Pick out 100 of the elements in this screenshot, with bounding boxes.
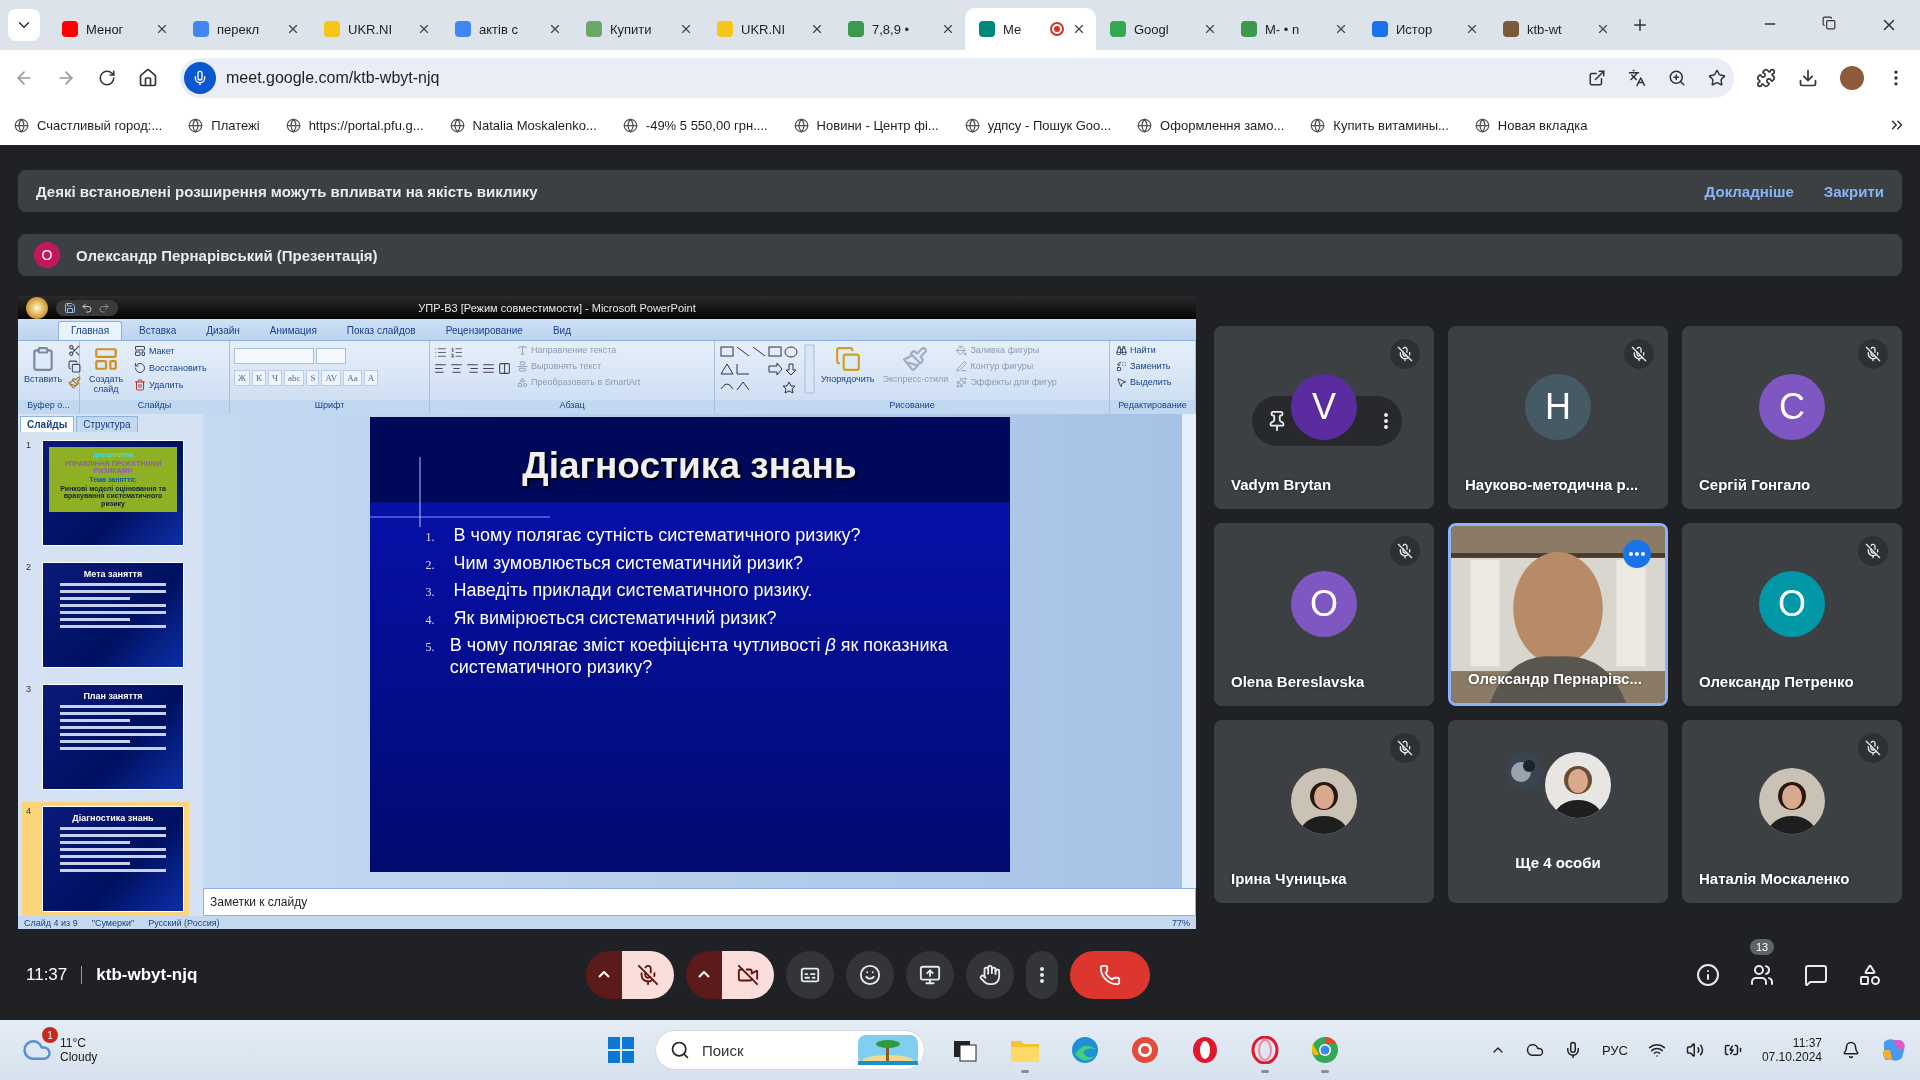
pane-tab[interactable]: Структура: [76, 416, 138, 432]
browser-icon[interactable]: [1251, 1036, 1279, 1064]
external-link-icon[interactable]: [1588, 68, 1606, 87]
ribbon-tab[interactable]: Рецензирование: [432, 320, 536, 340]
participant-tile[interactable]: V Vadym Brytan: [1214, 326, 1434, 509]
columns-icon[interactable]: [498, 361, 511, 375]
info-icon[interactable]: [1696, 962, 1720, 987]
redo-icon[interactable]: [98, 301, 110, 314]
present-button[interactable]: [906, 950, 954, 999]
scrollbar[interactable]: [1182, 414, 1196, 888]
close-icon[interactable]: [548, 22, 562, 36]
align-right-icon[interactable]: [466, 361, 479, 375]
search-bar[interactable]: Поиск: [655, 1030, 925, 1070]
ribbon-tab[interactable]: Дизайн: [193, 320, 253, 340]
browser-tab[interactable]: актів с: [441, 8, 572, 50]
home-icon[interactable]: [138, 67, 158, 88]
paste-button[interactable]: Вставить: [22, 343, 65, 400]
close-icon[interactable]: [417, 22, 431, 36]
download-icon[interactable]: [1798, 67, 1818, 88]
bell-icon[interactable]: [1842, 1041, 1860, 1059]
people-icon[interactable]: [1750, 962, 1774, 987]
browser-tab[interactable]: Купити: [572, 8, 703, 50]
address-bar[interactable]: meet.google.com/ktb-wbyt-njq: [180, 57, 1734, 98]
bookmark-link[interactable]: -49% 5 550,00 грн....: [645, 117, 768, 133]
reload-icon[interactable]: [98, 68, 116, 87]
bookmark-link[interactable]: https://portal.pfu.g...: [308, 117, 424, 133]
camera-button[interactable]: [722, 950, 774, 999]
justify-icon[interactable]: [482, 361, 495, 375]
reset-button[interactable]: Восстановить: [132, 360, 209, 375]
align-left-icon[interactable]: [434, 361, 447, 375]
participant-tile[interactable]: О Олександр Петренко: [1682, 523, 1902, 706]
slide-thumbnail-row[interactable]: 3 План заняття: [22, 680, 189, 794]
extensions-icon[interactable]: [1756, 67, 1776, 88]
browser-tab[interactable]: UKR.NI: [703, 8, 834, 50]
format-button[interactable]: Ж: [234, 369, 251, 386]
emoji-button[interactable]: [846, 950, 894, 999]
slide-thumbnail[interactable]: Діагностика знань: [42, 806, 184, 912]
bullet-list-icon[interactable]: [434, 345, 447, 359]
ribbon-tab[interactable]: Вид: [539, 320, 584, 340]
browser-tab[interactable]: UKR.NI: [310, 8, 441, 50]
chat-icon[interactable]: [1804, 962, 1828, 987]
more-options-button[interactable]: [1026, 950, 1058, 999]
close-icon[interactable]: [1334, 22, 1348, 36]
new-slide-button[interactable]: Создать слайд: [84, 343, 128, 400]
browser-tab[interactable]: ktb-wt: [1489, 8, 1620, 50]
participant-tile[interactable]: Олександр Пернарівс...: [1448, 523, 1668, 706]
browser-tab[interactable]: Меног: [48, 8, 179, 50]
save-icon[interactable]: [64, 301, 76, 314]
wifi-icon[interactable]: [1647, 1041, 1666, 1059]
ribbon-tab[interactable]: Анимация: [256, 320, 330, 340]
numbered-list-icon[interactable]: [450, 345, 463, 359]
start-icon[interactable]: [607, 1036, 635, 1064]
bookmark-link[interactable]: Платежі: [211, 117, 260, 133]
bookmark-link[interactable]: Оформлення замо...: [1160, 117, 1285, 133]
bookmark-star-icon[interactable]: [1708, 68, 1726, 87]
format-button[interactable]: AV: [321, 369, 342, 386]
zoom-icon[interactable]: [1668, 68, 1686, 87]
language-indicator[interactable]: РУС: [1601, 1042, 1628, 1058]
browser-icon[interactable]: [1131, 1036, 1159, 1064]
restore-icon[interactable]: [1822, 16, 1836, 30]
bookmark-link[interactable]: Счастливый город:...: [37, 117, 163, 133]
browser-tab[interactable]: Ме: [965, 8, 1096, 50]
format-button[interactable]: A: [363, 369, 379, 386]
close-icon[interactable]: [1072, 22, 1086, 36]
notes-field[interactable]: Заметки к слайду: [203, 888, 1196, 916]
format-button[interactable]: Aa: [343, 369, 362, 386]
browser-tab[interactable]: М- • n: [1227, 8, 1358, 50]
browser-tab[interactable]: 7,8,9 •: [834, 8, 965, 50]
ribbon-tab[interactable]: Показ слайдов: [333, 320, 429, 340]
arrange-button[interactable]: Упорядочить: [819, 343, 877, 400]
browser-icon[interactable]: [1071, 1036, 1099, 1064]
replace-button[interactable]: Заменить: [1114, 359, 1174, 373]
close-icon[interactable]: [810, 22, 824, 36]
microphone-button[interactable]: [622, 950, 674, 999]
undo-icon[interactable]: [81, 301, 93, 314]
pane-tab[interactable]: Слайды: [20, 416, 75, 432]
close-icon[interactable]: [679, 22, 693, 36]
ribbon-tab[interactable]: Главная: [58, 320, 123, 340]
end-call-button[interactable]: [1070, 950, 1150, 999]
slide-thumbnail[interactable]: Мета заняття: [42, 562, 184, 668]
close-icon[interactable]: [1465, 22, 1479, 36]
browser-icon[interactable]: [1191, 1036, 1219, 1064]
font-size-field[interactable]: [316, 347, 346, 364]
format-button[interactable]: S: [306, 369, 320, 386]
search-field[interactable]: Поиск: [700, 1040, 848, 1060]
select-button[interactable]: Выделить: [1114, 375, 1174, 389]
participant-tile[interactable]: Наталія Москаленко: [1682, 720, 1902, 903]
bookmark-link[interactable]: удпсу - Пошук Goo...: [987, 117, 1112, 133]
shapes-gallery-drawing[interactable]: [719, 343, 815, 394]
bookmark-link[interactable]: Новая вкладка: [1497, 117, 1588, 133]
participant-tile[interactable]: С Сергій Гонгало: [1682, 326, 1902, 509]
copy-icon[interactable]: [68, 359, 82, 373]
activities-icon[interactable]: [1858, 962, 1882, 987]
browser-icon[interactable]: [1311, 1036, 1339, 1064]
bookmark-link[interactable]: Natalia Moskalenko...: [472, 117, 597, 133]
browser-tab[interactable]: перекл: [179, 8, 310, 50]
delete-button[interactable]: Удалить: [132, 377, 209, 392]
align-center-icon[interactable]: [450, 361, 463, 375]
format-button[interactable]: К: [252, 369, 267, 386]
raise-hand-button[interactable]: [966, 950, 1014, 999]
